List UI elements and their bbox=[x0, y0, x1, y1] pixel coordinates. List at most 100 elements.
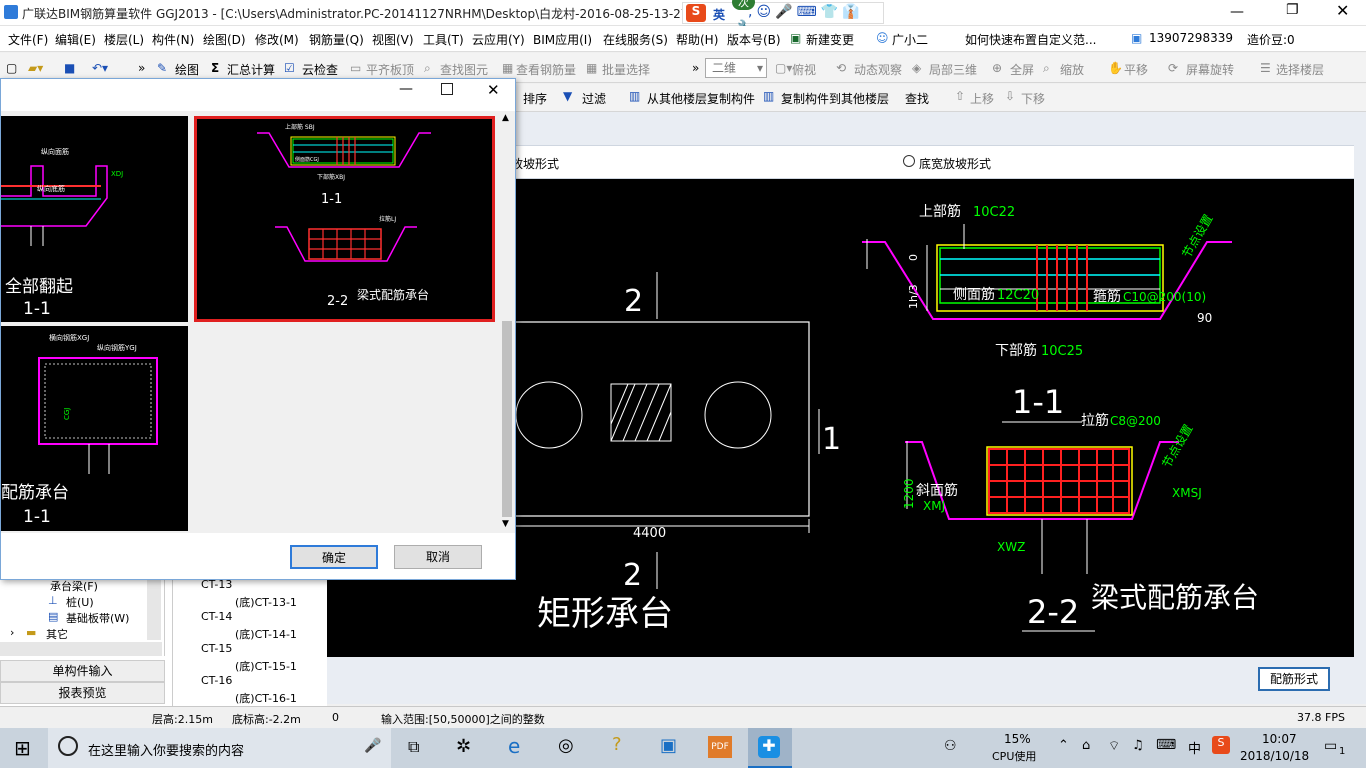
tree-item-strip[interactable]: 基础板带(W) bbox=[66, 610, 129, 626]
radio-icon[interactable] bbox=[903, 155, 915, 167]
menu-file[interactable]: 文件(F) bbox=[8, 31, 48, 48]
search-box[interactable]: 在这里输入你要搜索的内容 🎤 bbox=[48, 728, 391, 768]
report-preview-button[interactable]: 报表预览 bbox=[0, 682, 165, 704]
edge-icon[interactable]: e bbox=[508, 734, 520, 758]
account-number[interactable]: 13907298339 bbox=[1149, 31, 1233, 45]
menu-online[interactable]: 在线服务(S) bbox=[603, 31, 668, 48]
cloud-check-button[interactable]: 云检查 bbox=[302, 61, 338, 78]
fan-app-icon[interactable]: ✲ bbox=[456, 736, 471, 757]
menu-view[interactable]: 视图(V) bbox=[372, 31, 414, 48]
list-item[interactable]: (底)CT-14-1 bbox=[235, 626, 297, 642]
new-icon[interactable]: ▢ bbox=[6, 61, 17, 75]
move-up-button[interactable]: 上移 bbox=[970, 90, 994, 107]
pdf-icon[interactable]: PDF bbox=[708, 736, 732, 758]
menu-help[interactable]: 帮助(H) bbox=[676, 31, 718, 48]
tray-up-icon[interactable]: ⌃ bbox=[1058, 738, 1069, 753]
wifi-icon[interactable]: ⌔ bbox=[1108, 738, 1120, 754]
menu-bim[interactable]: BIM应用(I) bbox=[533, 31, 592, 48]
dialog-minimize-icon[interactable]: — bbox=[399, 81, 413, 97]
thumb-rebar-cap[interactable]: 横向钢筋XGJ 纵向钢筋YGJ CGJ 配筋承台 1-1 bbox=[1, 326, 188, 531]
batch-select-button[interactable]: 批量选择 bbox=[602, 61, 650, 78]
single-component-button[interactable]: 单构件输入 bbox=[0, 660, 165, 682]
scroll-up-icon[interactable]: ▲ bbox=[502, 113, 509, 123]
dialog-maximize-icon[interactable] bbox=[441, 83, 453, 95]
find-element-button[interactable]: 查找图元 bbox=[440, 61, 488, 78]
app-icon-blue[interactable]: ▣ bbox=[660, 735, 677, 756]
close-icon[interactable]: ✕ bbox=[1336, 1, 1349, 20]
open-icon[interactable]: ▰▾ bbox=[28, 61, 43, 75]
overflow-icon[interactable]: » bbox=[138, 61, 145, 75]
list-item[interactable]: CT-16 bbox=[201, 674, 232, 687]
input-lang[interactable]: 中 bbox=[1188, 738, 1201, 757]
view-mode-select[interactable]: 二维 ▾ bbox=[705, 58, 767, 78]
menu-draw[interactable]: 绘图(D) bbox=[203, 31, 246, 48]
scroll-thumb[interactable] bbox=[502, 321, 512, 517]
sort-button[interactable]: 排序 bbox=[523, 90, 547, 107]
select-floor-button[interactable]: 选择楼层 bbox=[1276, 61, 1324, 78]
menu-modify[interactable]: 修改(M) bbox=[255, 31, 299, 48]
ime-lang[interactable]: 英 bbox=[713, 6, 725, 23]
undo-icon[interactable]: ↶▾ bbox=[92, 61, 108, 75]
menu-edit[interactable]: 编辑(E) bbox=[55, 31, 96, 48]
clock-time[interactable]: 10:07 bbox=[1262, 732, 1297, 746]
expand-icon[interactable]: › bbox=[10, 626, 14, 639]
view-rebar-button[interactable]: 查看钢筋量 bbox=[516, 61, 576, 78]
menu-cloud[interactable]: 云应用(Y) bbox=[472, 31, 525, 48]
menu-floor[interactable]: 楼层(L) bbox=[104, 31, 144, 48]
zoom-button[interactable]: 缩放 bbox=[1060, 61, 1084, 78]
notification-icon[interactable]: ▭ bbox=[1324, 738, 1337, 754]
dialog-scrollbar[interactable]: ▲ ▼ bbox=[499, 111, 515, 533]
draw-button[interactable]: 绘图 bbox=[175, 61, 199, 78]
menu-version[interactable]: 版本号(B) bbox=[727, 31, 781, 48]
dynamic-view-button[interactable]: 动态观察 bbox=[854, 61, 902, 78]
menu-assistant[interactable]: 广小二 bbox=[892, 31, 928, 48]
thumb-full-flip[interactable]: 纵向面筋 纵向底筋 XDJ 全部翻起 1-1 bbox=[1, 116, 188, 322]
tree-item-cap-beam[interactable]: 承台梁(F) bbox=[50, 578, 98, 594]
minimize-icon[interactable]: — bbox=[1230, 4, 1244, 20]
list-item[interactable]: CT-14 bbox=[201, 610, 232, 623]
top-view-button[interactable]: 俯视 bbox=[792, 61, 816, 78]
network-icon[interactable]: ⌂ bbox=[1082, 738, 1090, 753]
active-app[interactable]: ✚ bbox=[748, 728, 792, 768]
copy-to-floor-button[interactable]: 复制构件到其他楼层 bbox=[781, 90, 889, 107]
list-item[interactable]: (底)CT-16-1 bbox=[235, 690, 297, 706]
overflow-icon-2[interactable]: » bbox=[692, 61, 699, 75]
people-icon[interactable]: ⚇ bbox=[944, 738, 957, 754]
cancel-button[interactable]: 取消 bbox=[394, 545, 482, 569]
help-link[interactable]: 如何快速布置自定义范... bbox=[965, 31, 1096, 48]
keyboard-icon[interactable]: ⌨ bbox=[1156, 737, 1176, 753]
list-item[interactable]: CT-15 bbox=[201, 642, 232, 655]
tree-item-pile[interactable]: 桩(U) bbox=[66, 594, 94, 610]
tree-hscrollbar[interactable] bbox=[0, 642, 162, 656]
volume-icon[interactable]: ♫ bbox=[1132, 738, 1144, 753]
mic-icon[interactable]: 🎤 bbox=[364, 738, 381, 754]
rotate-button[interactable]: 屏幕旋转 bbox=[1186, 61, 1234, 78]
save-icon[interactable]: ■ bbox=[64, 61, 75, 75]
find-button[interactable]: 查找 bbox=[905, 90, 929, 107]
menu-rebar[interactable]: 钢筋量(Q) bbox=[309, 31, 364, 48]
copy-from-floor-button[interactable]: 从其他楼层复制构件 bbox=[647, 90, 755, 107]
browser-icon[interactable]: ◎ bbox=[558, 735, 574, 756]
dialog-close-icon[interactable]: ✕ bbox=[487, 81, 500, 99]
tree-scrollbar[interactable] bbox=[147, 580, 161, 640]
sogou-tray-icon[interactable]: S bbox=[1212, 736, 1230, 754]
sum-button[interactable]: 汇总计算 bbox=[227, 61, 275, 78]
task-view-icon[interactable]: ⧉ bbox=[408, 737, 419, 757]
restore-icon[interactable]: ❐ bbox=[1286, 2, 1299, 18]
filter-button[interactable]: 过滤 bbox=[582, 90, 606, 107]
list-item[interactable]: (底)CT-15-1 bbox=[235, 658, 297, 674]
list-item[interactable]: (底)CT-13-1 bbox=[235, 594, 297, 610]
ime-toolbar[interactable]: S 英 ˙,☺🎤⌨👕👔🔧 bbox=[682, 2, 884, 36]
slope-option-2[interactable]: 底宽放坡形式 bbox=[919, 155, 991, 172]
local-3d-button[interactable]: 局部三维 bbox=[929, 61, 977, 78]
ok-button[interactable]: 确定 bbox=[290, 545, 378, 569]
clock-date[interactable]: 2018/10/18 bbox=[1240, 749, 1309, 763]
scroll-down-icon[interactable]: ▼ bbox=[502, 519, 509, 529]
slope-option-1[interactable]: 放坡形式 bbox=[511, 155, 559, 172]
menu-new-change[interactable]: 新建变更 bbox=[806, 31, 854, 48]
windows-icon[interactable]: ⊞ bbox=[14, 736, 31, 760]
help-app-icon[interactable]: ? bbox=[612, 734, 622, 755]
fullscreen-button[interactable]: 全屏 bbox=[1010, 61, 1034, 78]
move-down-button[interactable]: 下移 bbox=[1021, 90, 1045, 107]
flat-top-button[interactable]: 平齐板顶 bbox=[366, 61, 414, 78]
